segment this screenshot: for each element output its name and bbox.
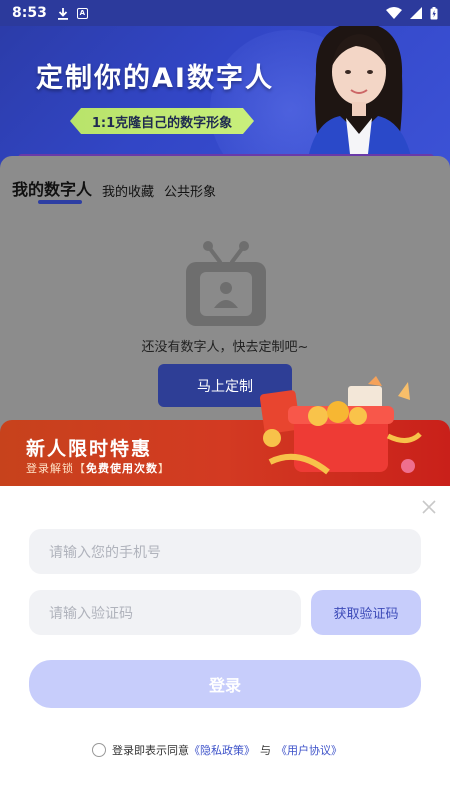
close-icon[interactable]: [420, 498, 438, 516]
app-notification-icon: A: [76, 7, 88, 19]
agreement-and: 与: [260, 744, 271, 757]
tab-bar: 我的数字人 我的收藏 公共形象: [12, 176, 216, 204]
wifi-icon: [386, 7, 402, 19]
login-button[interactable]: 登录: [29, 660, 421, 708]
agreement-row: 登录即表示同意 《隐私政策》 与 《用户协议》: [92, 742, 342, 758]
get-code-button[interactable]: 获取验证码: [311, 590, 421, 635]
tab-my-digital-human[interactable]: 我的数字人: [12, 176, 92, 204]
agreement-text: 登录即表示同意: [112, 744, 189, 757]
phone-input[interactable]: 请输入您的手机号: [29, 529, 421, 574]
download-icon: [57, 7, 68, 20]
code-placeholder: 请输入验证码: [49, 605, 133, 622]
battery-icon: [430, 6, 438, 19]
signal-icon: [410, 7, 422, 19]
promo-subtitle: 登录解锁【免费使用次数】: [26, 460, 170, 476]
tab-my-favorites[interactable]: 我的收藏: [102, 181, 154, 200]
status-time: 8:53: [12, 5, 47, 21]
user-agreement-link[interactable]: 《用户协议》: [276, 742, 342, 758]
banner-tag: 1:1克隆自己的数字形象: [70, 108, 254, 134]
tab-public-avatars[interactable]: 公共形象: [164, 181, 216, 200]
empty-tv-icon: [186, 241, 266, 326]
empty-state-text: 还没有数字人，快去定制吧~: [141, 340, 309, 355]
digital-human-portrait: [306, 22, 414, 170]
promo-subtitle-prefix: 登录解锁【: [26, 462, 86, 475]
gift-box-illustration: [259, 376, 422, 475]
banner-title: 定制你的AI数字人: [36, 63, 274, 94]
promo-subtitle-suffix: 】: [158, 462, 170, 475]
status-bar: 8:53 A: [0, 0, 450, 26]
phone-placeholder: 请输入您的手机号: [49, 544, 161, 561]
privacy-policy-link[interactable]: 《隐私政策》: [189, 742, 255, 758]
promo-subtitle-highlight: 免费使用次数: [86, 462, 158, 475]
verification-code-input[interactable]: 请输入验证码: [29, 590, 301, 635]
promo-title: 新人限时特惠: [26, 438, 153, 460]
agree-checkbox[interactable]: [92, 743, 106, 757]
